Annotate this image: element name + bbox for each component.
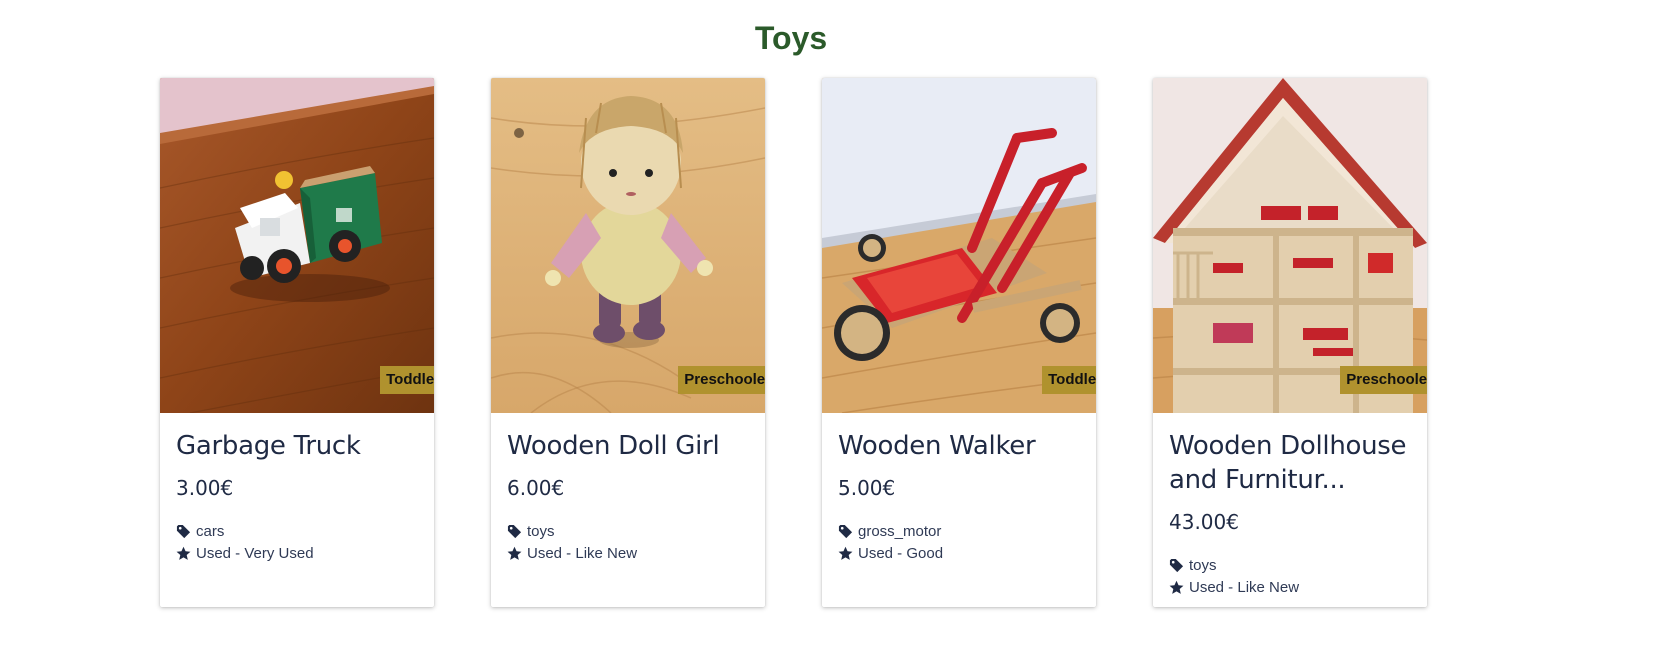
- condition-label: Used - Good: [858, 544, 944, 562]
- dollhouse-photo: [1153, 78, 1427, 413]
- tag-icon: [507, 524, 522, 539]
- product-title[interactable]: Wooden Walker: [838, 429, 1080, 463]
- product-condition: Used - Like New: [1169, 576, 1411, 598]
- product-card[interactable]: Preschooler Wooden Doll Girl 6.00€ toys …: [491, 78, 765, 607]
- star-icon: [507, 546, 522, 561]
- section-title: Toys: [754, 20, 828, 56]
- tag-label: toys: [1189, 556, 1217, 574]
- toy-truck-photo: [160, 78, 434, 413]
- product-image[interactable]: Toddler: [160, 78, 434, 413]
- product-card[interactable]: Toddler Garbage Truck 3.00€ cars Used - …: [160, 78, 434, 607]
- product-price: 43.00€: [1169, 510, 1239, 534]
- product-image[interactable]: Preschooler: [1153, 78, 1427, 413]
- product-price: 5.00€: [838, 476, 896, 500]
- product-title[interactable]: Wooden Doll Girl: [507, 429, 749, 463]
- product-price: 6.00€: [507, 476, 565, 500]
- product-condition: Used - Like New: [507, 542, 749, 564]
- product-image[interactable]: Toddler: [822, 78, 1096, 413]
- tag-label: cars: [196, 522, 225, 540]
- condition-label: Used - Very Used: [196, 544, 314, 562]
- condition-label: Used - Like New: [527, 544, 638, 562]
- star-icon: [176, 546, 191, 561]
- product-image[interactable]: Preschooler: [491, 78, 765, 413]
- condition-label: Used - Like New: [1189, 578, 1300, 596]
- product-price: 3.00€: [176, 476, 234, 500]
- product-tag: toys: [507, 520, 749, 542]
- tag-label: toys: [527, 522, 555, 540]
- product-grid: Toddler Garbage Truck 3.00€ cars Used - …: [160, 78, 1440, 638]
- product-tag: toys: [1169, 554, 1411, 576]
- age-badge: Preschooler: [1340, 366, 1427, 394]
- product-condition: Used - Good: [838, 542, 1080, 564]
- product-tag: cars: [176, 520, 418, 542]
- product-title[interactable]: Wooden Dollhouse and Furnitur...: [1169, 429, 1411, 497]
- star-icon: [838, 546, 853, 561]
- age-badge: Toddler: [380, 366, 434, 394]
- age-badge: Toddler: [1042, 366, 1096, 394]
- tag-icon: [838, 524, 853, 539]
- walker-photo: [822, 78, 1096, 413]
- product-title[interactable]: Garbage Truck: [176, 429, 418, 463]
- tag-label: gross_motor: [858, 522, 942, 540]
- tag-icon: [1169, 558, 1184, 573]
- product-tag: gross_motor: [838, 520, 1080, 542]
- product-card[interactable]: Toddler Wooden Walker 5.00€ gross_motor …: [822, 78, 1096, 607]
- star-icon: [1169, 580, 1184, 595]
- tag-icon: [176, 524, 191, 539]
- doll-photo: [491, 78, 765, 413]
- product-condition: Used - Very Used: [176, 542, 418, 564]
- product-card[interactable]: Preschooler Wooden Dollhouse and Furnitu…: [1153, 78, 1427, 607]
- age-badge: Preschooler: [678, 366, 765, 394]
